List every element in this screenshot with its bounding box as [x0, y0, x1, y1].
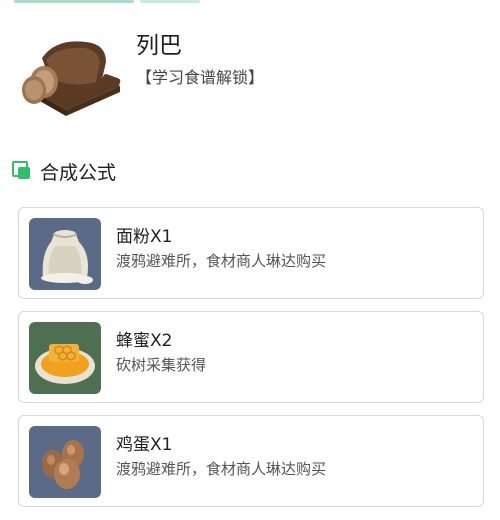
unlock-note: 【学习食谱解锁】 — [136, 68, 265, 87]
formula-section-header: 合成公式 — [12, 156, 116, 186]
ingredient-card-eggs[interactable]: 鸡蛋X1 渡鸦避难所，食材商人琳达购买 — [18, 415, 484, 507]
formula-icon — [12, 161, 32, 181]
ingredient-name: 鸡蛋X1 — [116, 435, 173, 455]
ingredient-card-honey[interactable]: 蜂蜜X2 砍树采集获得 — [18, 311, 484, 403]
ingredient-source: 砍树采集获得 — [116, 356, 207, 374]
eggs-icon — [29, 426, 101, 498]
ingredient-card-flour[interactable]: 面粉X1 渡鸦避难所，食材商人琳达购买 — [18, 207, 484, 299]
header-fragment-bar-2 — [140, 0, 200, 3]
honeycomb-icon — [29, 322, 101, 394]
ingredient-source: 渡鸦避难所，食材商人琳达购买 — [116, 460, 327, 478]
bread-loaf-icon — [16, 24, 126, 124]
header-fragment-bar — [14, 0, 134, 3]
ingredient-name: 蜂蜜X2 — [116, 331, 173, 351]
ingredient-list: 面粉X1 渡鸦避难所，食材商人琳达购买 蜂蜜X2 砍树采集获得 鸡蛋X1 渡鸦避… — [18, 207, 486, 519]
top-header-fragment — [0, 0, 500, 6]
ingredient-source: 渡鸦避难所，食材商人琳达购买 — [116, 252, 327, 270]
item-title: 列巴 — [136, 33, 182, 59]
section-title: 合成公式 — [40, 161, 117, 184]
ingredient-name: 面粉X1 — [116, 227, 173, 247]
flour-sack-icon — [29, 218, 101, 290]
